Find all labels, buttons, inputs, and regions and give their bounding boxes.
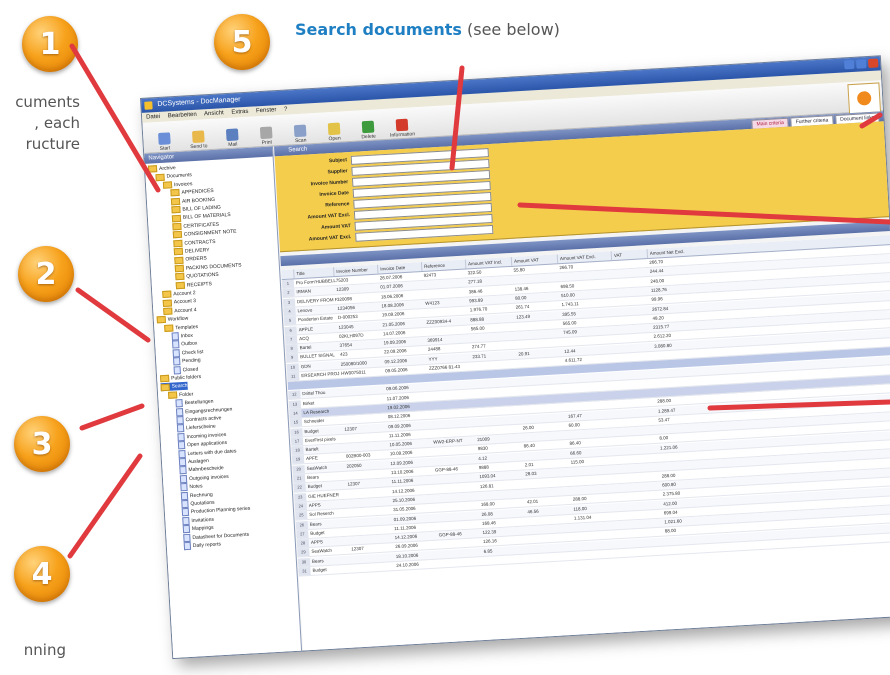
leader-line-grid: [707, 399, 890, 411]
leader-line-1: [69, 43, 161, 193]
leader-line-2: [75, 287, 151, 343]
leader-line-search: [517, 202, 890, 225]
leader-lines: [67, 43, 890, 559]
leader-line-4: [67, 453, 143, 559]
leader-line-3: [79, 403, 145, 431]
leader-line-logo: [859, 112, 883, 129]
leader-line-5: [449, 65, 465, 171]
